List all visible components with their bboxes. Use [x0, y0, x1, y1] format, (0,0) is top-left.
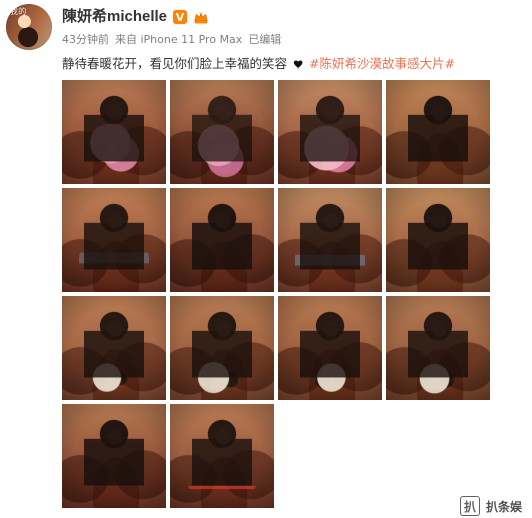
username-link[interactable]: 陳妍希michelle	[62, 7, 167, 27]
hashtag-link[interactable]: #陈妍希沙漠故事感大片#	[309, 56, 455, 71]
photo-7[interactable]	[278, 188, 382, 292]
verified-v-icon: V	[173, 10, 188, 24]
watermark-label: 扒条娱	[485, 499, 522, 514]
post-edited[interactable]: 已编辑	[248, 33, 281, 47]
photo-figure	[408, 92, 468, 181]
photo-figure	[84, 200, 144, 289]
photo-1[interactable]	[62, 80, 166, 184]
post-source[interactable]: 来自 iPhone 11 Pro Max	[115, 33, 242, 47]
post-header: 陳妍希michelle V 43分钟前 来自 iPhone 11 Pro Max…	[62, 7, 522, 73]
watermark: 扒 扒条娱	[459, 496, 522, 516]
photo-9[interactable]	[62, 296, 166, 400]
photo-13[interactable]	[62, 404, 166, 508]
photo-figure	[300, 200, 360, 289]
photo-8[interactable]	[386, 188, 490, 292]
photo-figure	[192, 308, 252, 397]
photo-grid	[62, 80, 491, 510]
photo-14[interactable]	[170, 404, 274, 508]
photo-2[interactable]	[170, 80, 274, 184]
photo-11[interactable]	[278, 296, 382, 400]
photo-figure	[408, 200, 468, 289]
photo-5[interactable]	[62, 188, 166, 292]
photo-figure	[192, 200, 252, 289]
photo-figure	[192, 92, 252, 181]
photo-figure	[84, 308, 144, 397]
post-content: 静待春暖花开，看见你们脸上幸福的笑容 #陈妍希沙漠故事感大片#	[62, 55, 522, 73]
photo-10[interactable]	[170, 296, 274, 400]
photo-figure	[192, 416, 252, 505]
photo-figure	[84, 92, 144, 181]
watermark-badge-icon: 扒	[459, 496, 480, 516]
photo-figure	[300, 308, 360, 397]
photo-4[interactable]	[386, 80, 490, 184]
photo-6[interactable]	[170, 188, 274, 292]
post-text: 静待春暖花开，看见你们脸上幸福的笑容	[62, 56, 288, 71]
crown-icon	[194, 11, 208, 24]
photo-figure	[84, 416, 144, 505]
name-row: 陳妍希michelle V	[62, 7, 522, 27]
heart-icon	[293, 60, 303, 69]
avatar-text: 我的	[10, 7, 27, 16]
weibo-post: 我的 陳妍希michelle V 43分钟前 来自 iPhone 11 Pro …	[0, 0, 532, 518]
photo-12[interactable]	[386, 296, 490, 400]
photo-figure	[408, 308, 468, 397]
post-meta: 43分钟前 来自 iPhone 11 Pro Max 已编辑	[62, 33, 522, 47]
avatar[interactable]: 我的	[6, 4, 52, 50]
photo-figure	[300, 92, 360, 181]
photo-3[interactable]	[278, 80, 382, 184]
post-time[interactable]: 43分钟前	[62, 33, 109, 47]
